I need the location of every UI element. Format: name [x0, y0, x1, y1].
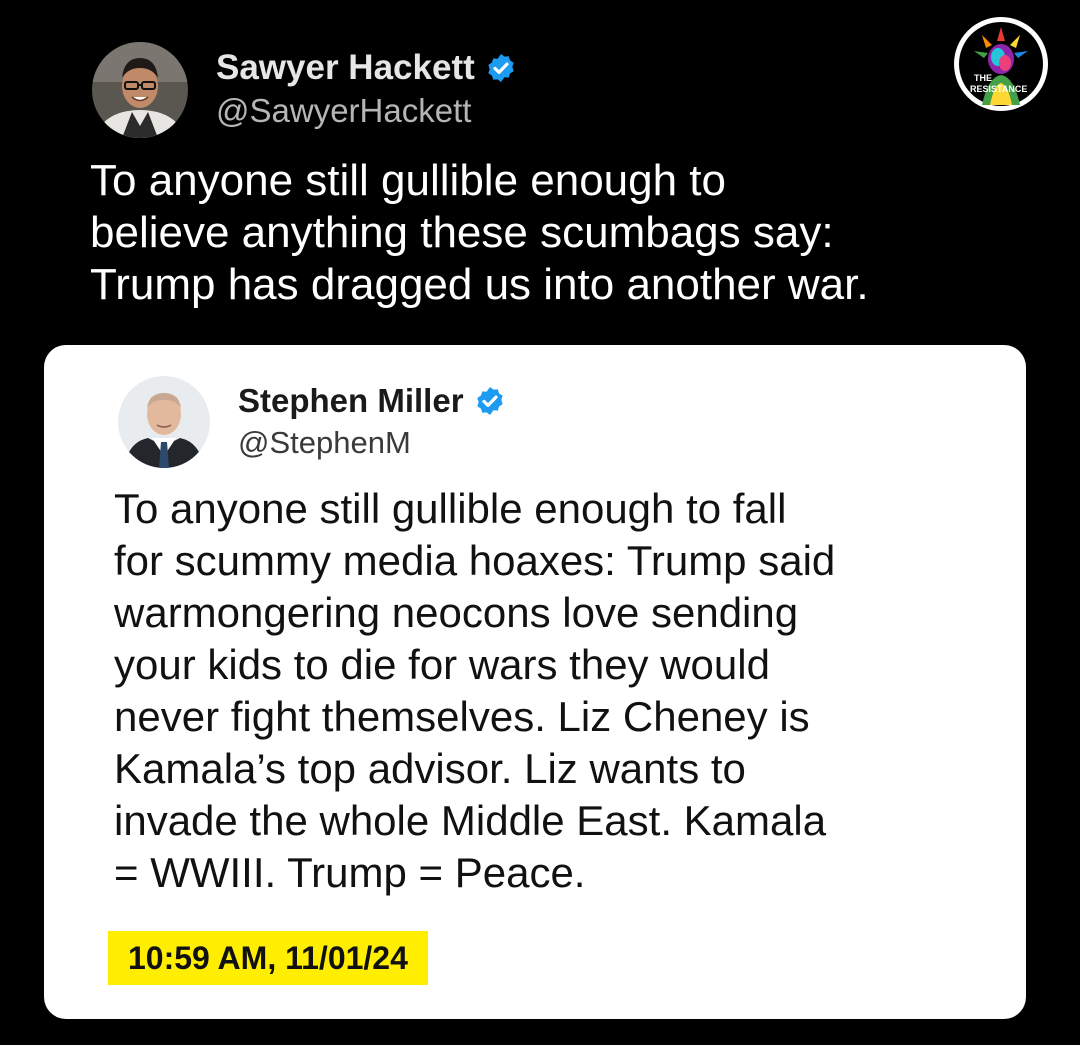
outer-tweet-line: Trump has dragged us into another war. — [90, 260, 869, 309]
author-handle[interactable]: @SawyerHackett — [216, 90, 517, 132]
outer-tweet-text: To anyone still gullible enough to belie… — [90, 155, 990, 311]
badge-line2: RESISTANCE — [970, 84, 1027, 94]
quoted-author-display-name[interactable]: Stephen Miller — [238, 381, 464, 421]
outer-tweet-line: believe anything these scumbags say: — [90, 208, 834, 257]
quoted-tweet-line: never fight themselves. Liz Cheney is — [114, 693, 810, 740]
quoted-tweet-line: To anyone still gullible enough to fall — [114, 485, 787, 532]
outer-tweet-line: To anyone still gullible enough to — [90, 156, 727, 205]
author-display-name[interactable]: Sawyer Hackett — [216, 48, 475, 88]
quoted-author-handle[interactable]: @StephenM — [238, 423, 506, 463]
quoted-tweet-line: your kids to die for wars they would — [114, 641, 770, 688]
stephen-miller-avatar[interactable] — [118, 376, 210, 468]
quoted-tweet-line: warmongering neocons love sending — [114, 589, 799, 636]
verified-badge-icon — [474, 385, 506, 417]
verified-badge-icon — [485, 52, 517, 84]
quoted-tweet-line: invade the whole Middle East. Kamala — [114, 797, 827, 844]
tweet-timestamp[interactable]: 10:59 AM, 11/01/24 — [108, 931, 428, 985]
sawyer-hackett-avatar[interactable] — [92, 42, 188, 138]
outer-name-row: Sawyer Hackett — [216, 48, 517, 88]
quoted-tweet-line: = WWIII. Trump = Peace. — [114, 849, 586, 896]
outer-tweet-header: Sawyer Hackett @SawyerHackett — [92, 42, 517, 138]
quoted-name-block: Stephen Miller @StephenM — [238, 381, 506, 463]
quoted-tweet-header: Stephen Miller @StephenM — [118, 376, 506, 468]
quoted-name-row: Stephen Miller — [238, 381, 506, 421]
outer-name-block: Sawyer Hackett @SawyerHackett — [216, 48, 517, 132]
quoted-tweet-card[interactable]: Stephen Miller @StephenM To anyone still… — [44, 345, 1026, 1019]
quoted-tweet-line: for scummy media hoaxes: Trump said — [114, 537, 836, 584]
badge-line1: THE — [974, 73, 992, 83]
quoted-tweet-line: Kamala’s top advisor. Liz wants to — [114, 745, 746, 792]
resistance-logo-icon: THE RESISTANCE — [952, 15, 1050, 113]
quoted-tweet-text: To anyone still gullible enough to fall … — [114, 483, 994, 899]
